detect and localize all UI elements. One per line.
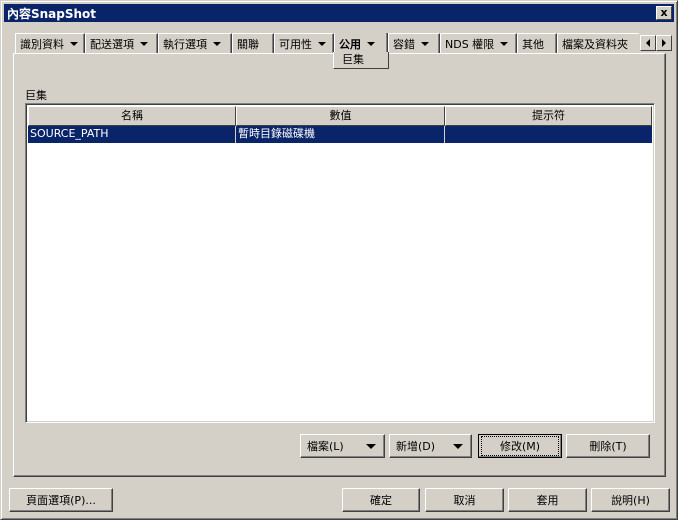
- table-row[interactable]: SOURCE_PATH 暫時目錄磁碟機: [28, 126, 652, 143]
- cell-value: 暫時目錄磁碟機: [236, 126, 445, 143]
- chevron-right-icon: [662, 39, 666, 47]
- dropdown-arrow-icon: [500, 41, 509, 46]
- apply-button[interactable]: 套用: [508, 488, 587, 512]
- add-dropdown-button[interactable]: 新增(D): [389, 434, 472, 458]
- dropdown-arrow-icon: [367, 41, 375, 46]
- tab-other[interactable]: 其他: [517, 33, 557, 53]
- tab-label: 容錯: [393, 37, 415, 51]
- modify-button-label: 修改(M): [480, 436, 560, 456]
- dropdown-arrow-icon: [70, 41, 78, 46]
- tab-files-folders[interactable]: 檔案及資料夾: [557, 33, 639, 53]
- column-header-name[interactable]: 名稱: [28, 106, 236, 126]
- tab-associations[interactable]: 關聯: [232, 33, 274, 53]
- tab-label: 執行選項: [163, 37, 207, 51]
- tab-label: 可用性: [279, 37, 312, 51]
- tab-identification[interactable]: 識別資料: [15, 33, 85, 53]
- tab-fault-tolerance[interactable]: 容錯: [388, 33, 440, 53]
- delete-button[interactable]: 刪除(T): [566, 434, 650, 458]
- dropdown-arrow-icon: [421, 41, 429, 46]
- cell-name: SOURCE_PATH: [28, 126, 236, 143]
- dropdown-arrow-icon: [140, 41, 148, 46]
- cell-prompt: [445, 126, 652, 143]
- file-button-label: 檔案(L): [307, 440, 344, 453]
- subtab-macros[interactable]: 巨集: [333, 52, 389, 69]
- tab-strip: 識別資料 配送選項 執行選項 關聯 可用性 公用 容錯 NDS 權限 其他 檔案…: [15, 33, 639, 53]
- properties-dialog: 內容SnapShot x 識別資料 配送選項 執行選項 關聯 可用性 公用 容錯…: [0, 0, 678, 520]
- tab-run-options[interactable]: 執行選項: [158, 33, 232, 53]
- tab-scroll-left-button[interactable]: [640, 35, 656, 51]
- cancel-button[interactable]: 取消: [425, 488, 504, 512]
- add-button-label: 新增(D): [396, 440, 436, 453]
- column-header-value[interactable]: 數值: [236, 106, 445, 126]
- tab-label: NDS 權限: [445, 37, 495, 51]
- dropdown-arrow-icon: [318, 41, 326, 46]
- tab-label: 檔案及資料夾: [562, 37, 628, 51]
- title-bar[interactable]: 內容SnapShot x: [4, 4, 674, 22]
- chevron-left-icon: [646, 39, 650, 47]
- help-button[interactable]: 說明(H): [591, 488, 670, 512]
- dropdown-arrow-icon: [213, 41, 221, 46]
- page-options-button[interactable]: 頁面選項(P)...: [9, 488, 113, 512]
- window-title: 內容SnapShot: [7, 6, 97, 21]
- close-button[interactable]: x: [656, 6, 672, 20]
- tab-scroll-right-button[interactable]: [656, 35, 672, 51]
- ok-button[interactable]: 確定: [342, 488, 420, 512]
- column-header-prompt[interactable]: 提示符: [445, 106, 652, 126]
- dropdown-arrow-icon: [453, 444, 463, 449]
- tab-label: 其他: [522, 37, 544, 51]
- dropdown-arrow-icon: [366, 444, 376, 449]
- macros-list[interactable]: 名稱 數值 提示符 SOURCE_PATH 暫時目錄磁碟機: [25, 103, 655, 423]
- tab-availability[interactable]: 可用性: [274, 33, 334, 53]
- tab-label: 配送選項: [90, 37, 134, 51]
- tab-label: 公用: [339, 37, 361, 51]
- modify-button[interactable]: 修改(M): [478, 434, 562, 458]
- file-dropdown-button[interactable]: 檔案(L): [300, 434, 385, 458]
- tab-distribution-options[interactable]: 配送選項: [85, 33, 158, 53]
- tab-label: 關聯: [237, 37, 259, 51]
- tab-label: 識別資料: [20, 37, 64, 51]
- tab-common[interactable]: 公用: [334, 33, 388, 53]
- macros-label: 巨集: [25, 89, 47, 102]
- tab-nds-rights[interactable]: NDS 權限: [440, 33, 517, 53]
